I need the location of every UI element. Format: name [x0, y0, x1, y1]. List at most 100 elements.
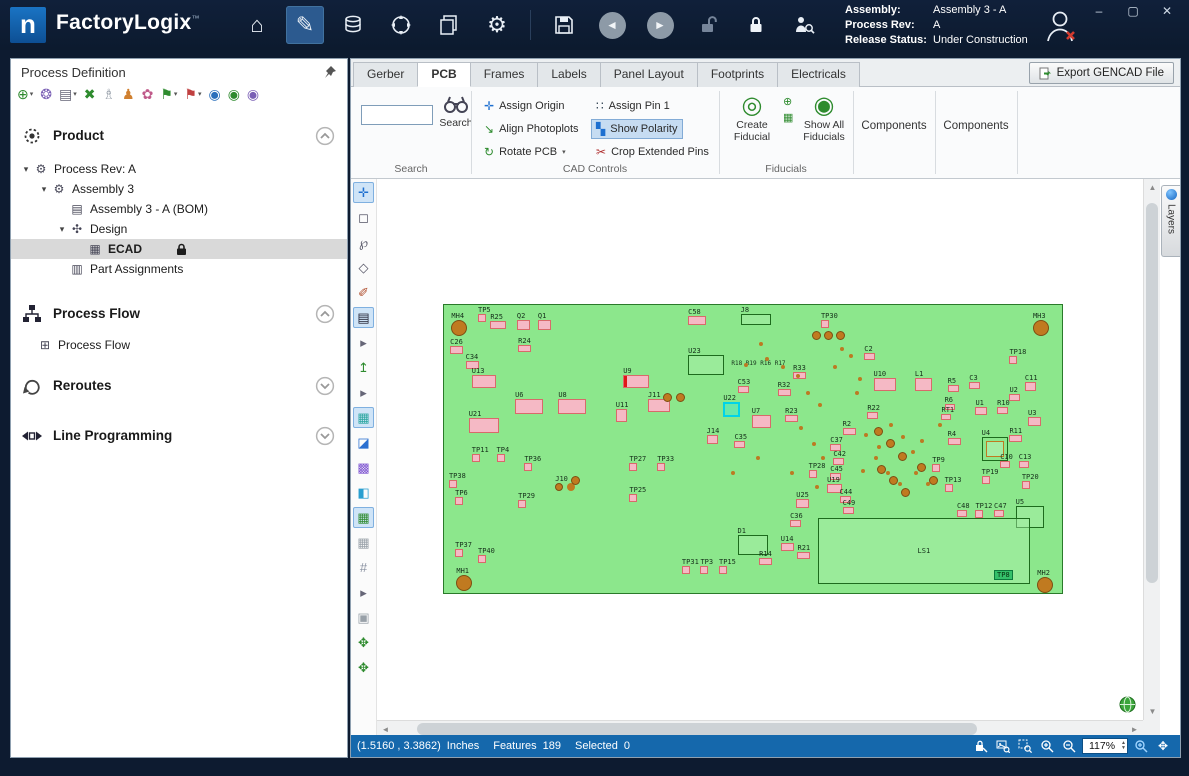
globe-button[interactable]: ❂	[40, 87, 52, 101]
component-r22[interactable]: R22	[867, 404, 880, 419]
show-polarity-button[interactable]: ▚Show Polarity	[591, 119, 683, 139]
component-u1[interactable]: U1	[975, 399, 987, 415]
mini-fiducial-grid-icon[interactable]: ▦	[783, 111, 793, 124]
component-u8[interactable]: U8	[558, 391, 586, 414]
component-rt1[interactable]: RT1	[941, 406, 954, 420]
unlock-icon[interactable]	[689, 6, 727, 44]
component-mh1[interactable]: MH1	[456, 567, 472, 591]
component-u6[interactable]: U6	[515, 391, 543, 414]
close-button[interactable]: ✕	[1159, 4, 1175, 18]
zoom-spinner-arrows[interactable]: ▲▼	[1121, 741, 1127, 751]
component-u25[interactable]: U25	[796, 491, 809, 508]
component-r11[interactable]: R11	[1009, 427, 1022, 442]
component-u7[interactable]: U7	[752, 407, 771, 428]
grid-teal-tool[interactable]: ▦	[353, 407, 374, 428]
page-blue-tool[interactable]: ◪	[353, 432, 374, 453]
zoom-out-icon[interactable]	[1060, 738, 1078, 754]
database-icon[interactable]	[334, 6, 372, 44]
assign-pin-1-button[interactable]: ∷Assign Pin 1	[591, 96, 675, 116]
component-u9[interactable]: U9	[623, 367, 649, 388]
align-photoplots-button[interactable]: ↘Align Photoplots	[479, 119, 584, 139]
component-mh4[interactable]: MH4	[451, 312, 467, 336]
component-j8[interactable]: J8	[741, 306, 771, 325]
maximize-button[interactable]: ▢	[1125, 4, 1141, 18]
polygon-select-tool[interactable]: ◇	[353, 257, 374, 278]
component-u23[interactable]: U23	[688, 347, 724, 375]
gear-flower-tool-2[interactable]: ✥	[353, 657, 374, 678]
grid-multi-tool[interactable]: ▩	[353, 457, 374, 478]
search-button[interactable]: Search	[441, 95, 471, 151]
save-icon[interactable]	[545, 6, 583, 44]
section-line-programming[interactable]: Line Programming	[11, 421, 347, 451]
component-r14[interactable]: R14	[759, 550, 772, 565]
component-q2[interactable]: Q2	[517, 312, 530, 330]
tree-item-ecad[interactable]: ▦ECAD	[11, 239, 347, 259]
component-tp28[interactable]: TP28	[809, 462, 826, 478]
tree-item-process-flow[interactable]: ⊞ Process Flow	[11, 335, 347, 355]
expand-down-icon[interactable]	[315, 376, 335, 399]
tree-item-assembly-3-a-bom[interactable]: ▤Assembly 3 - A (BOM)	[11, 199, 347, 219]
component-tp20[interactable]: TP20	[1022, 473, 1039, 489]
component-tp38[interactable]: TP38	[449, 472, 466, 488]
crop-extended-pins-button[interactable]: ✂Crop Extended Pins	[591, 142, 714, 162]
flag-red-button[interactable]: ⚑▾	[184, 87, 201, 101]
component-tp18[interactable]: TP18	[1009, 348, 1026, 364]
home-icon[interactable]: ⌂	[238, 6, 276, 44]
user-account-icon[interactable]	[1040, 8, 1080, 44]
tree-item-assembly-3[interactable]: ▾⚙Assembly 3	[11, 179, 347, 199]
component-c10[interactable]: C10	[1000, 453, 1013, 468]
component-r5[interactable]: R5	[948, 377, 959, 392]
tree-item-design[interactable]: ▾✣Design	[11, 219, 347, 239]
component-c49[interactable]: C49	[843, 499, 856, 514]
user-search-icon[interactable]	[785, 6, 823, 44]
copy-page-tool[interactable]: ▣	[353, 607, 374, 628]
flower-button[interactable]: ✿	[142, 87, 154, 101]
collapse-up-icon[interactable]	[315, 126, 335, 149]
notify-button[interactable]: ♗	[102, 87, 115, 101]
component-tp15[interactable]: TP15	[719, 558, 736, 574]
component-tp6[interactable]: TP6	[455, 489, 468, 505]
component-tp40[interactable]: TP40	[478, 547, 495, 563]
component-u14[interactable]: U14	[781, 535, 794, 551]
documents-icon[interactable]	[430, 6, 468, 44]
component-tp13[interactable]: TP13	[945, 476, 962, 492]
component-tp9[interactable]: TP9	[932, 456, 945, 472]
expand-arrow-2[interactable]: ▸	[353, 382, 374, 403]
component-r18-r19-r16-r17[interactable]: R18 R19 R16 R17	[731, 360, 785, 368]
component-r25[interactable]: R25	[490, 313, 506, 329]
component-r10[interactable]: R10	[997, 399, 1010, 414]
component-c26[interactable]: C26	[450, 338, 463, 354]
horizontal-scroll-thumb[interactable]	[417, 723, 977, 735]
show-all-fiducials-button[interactable]: ◉ Show All Fiducials	[797, 93, 851, 163]
navigator-icon[interactable]	[382, 6, 420, 44]
section-reroutes[interactable]: Reroutes	[11, 371, 347, 401]
pan-extents-icon[interactable]: ✥	[1154, 738, 1172, 754]
scroll-up-arrow[interactable]: ▲	[1144, 179, 1160, 196]
component-c47[interactable]: C47	[994, 502, 1007, 517]
grid-green-tool[interactable]: ▦	[353, 507, 374, 528]
component-tp37[interactable]: TP37	[455, 541, 472, 557]
zoom-selected-icon[interactable]	[1132, 738, 1150, 754]
component-u21[interactable]: U21	[469, 410, 499, 433]
zoom-lock-icon[interactable]	[972, 738, 990, 754]
component-u10[interactable]: U10	[874, 370, 896, 391]
create-fiducial-button[interactable]: ◎ Create Fiducial	[725, 93, 779, 163]
component-tp4[interactable]: TP4	[497, 446, 510, 462]
grid-gray-tool[interactable]: ▦	[353, 532, 374, 553]
export-gencad-button[interactable]: Export GENCAD File	[1029, 62, 1174, 84]
component-mh3[interactable]: MH3	[1033, 312, 1049, 336]
component-c2[interactable]: C2	[864, 345, 875, 360]
zoom-percent-spinner[interactable]: 117% ▲▼	[1082, 738, 1128, 754]
component-q1[interactable]: Q1	[538, 312, 551, 330]
component-r2[interactable]: R2	[843, 420, 856, 435]
sync-blue-button[interactable]: ◉	[208, 87, 220, 101]
assign-origin-button[interactable]: ✛Assign Origin	[479, 96, 569, 116]
component-c53[interactable]: C53	[738, 378, 751, 393]
component-c37[interactable]: C37	[830, 436, 843, 451]
components-group-a[interactable]: Components	[853, 87, 935, 164]
component-c11[interactable]: C11	[1025, 374, 1038, 391]
pawn-button[interactable]: ♟	[122, 87, 135, 101]
layer-list-tool[interactable]: ▤	[353, 307, 374, 328]
vertical-scroll-thumb[interactable]	[1146, 203, 1158, 583]
component-c58[interactable]: C58	[688, 308, 706, 325]
